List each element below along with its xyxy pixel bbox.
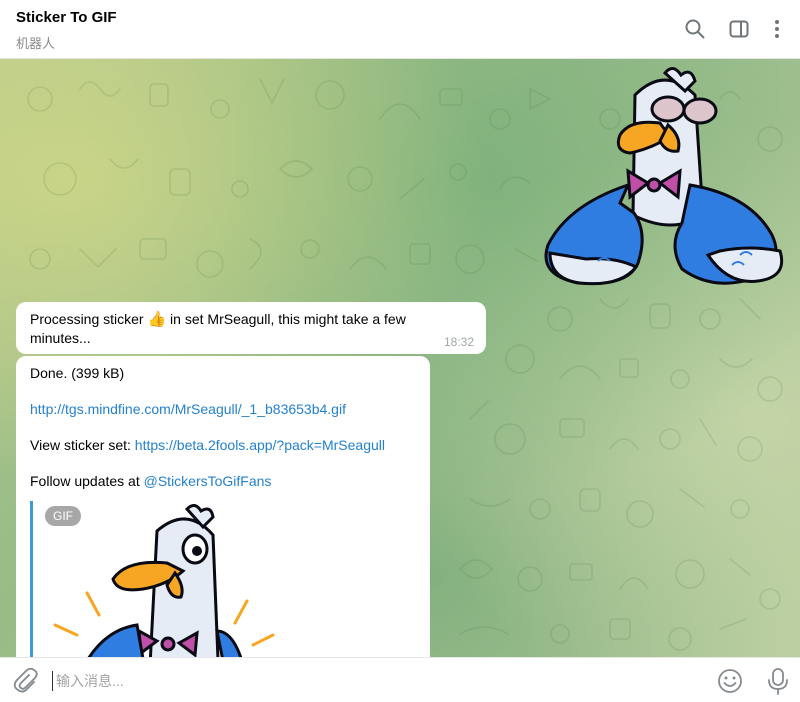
message-text-part: Processing sticker — [30, 311, 148, 327]
chat-header: Sticker To GIF 机器人 — [0, 0, 800, 59]
channel-link[interactable]: @StickersToGifFans — [144, 473, 272, 489]
message-time: 18:32 — [443, 335, 474, 349]
sidebar-toggle-button[interactable] — [724, 14, 754, 44]
gif-preview[interactable]: GIF — [30, 501, 300, 657]
message-bubble-done[interactable]: Done. (399 kB) http://tgs.mindfine.com/M… — [16, 356, 430, 657]
gif-badge: GIF — [45, 506, 81, 526]
message-bubble-processing[interactable]: Processing sticker 👍 in set MrSeagull, t… — [16, 302, 486, 354]
follow-updates-line: Follow updates at @StickersToGifFans — [30, 472, 271, 490]
search-icon — [685, 19, 705, 39]
seagull-gif-image — [53, 504, 275, 657]
more-menu-button[interactable] — [762, 14, 792, 44]
more-vertical-icon — [775, 20, 779, 38]
paperclip-icon[interactable] — [12, 668, 38, 694]
message-input[interactable] — [56, 669, 676, 693]
seagull-sticker[interactable] — [540, 65, 785, 287]
view-sticker-set-line: View sticker set: https://beta.2fools.ap… — [30, 436, 385, 454]
chat-background: Processing sticker 👍 in set MrSeagull, t… — [0, 59, 800, 657]
follow-updates-label: Follow updates at — [30, 473, 144, 489]
view-sticker-set-label: View sticker set: — [30, 437, 135, 453]
sticker-set-link[interactable]: https://beta.2fools.app/?pack=MrSeagull — [135, 437, 385, 453]
message-text: Processing sticker 👍 in set MrSeagull, t… — [30, 310, 450, 347]
gif-link[interactable]: http://tgs.mindfine.com/MrSeagull/_1_b83… — [30, 400, 346, 418]
search-button[interactable] — [680, 14, 710, 44]
done-text: Done. (399 kB) — [30, 365, 125, 381]
message-composer — [0, 657, 800, 702]
chat-title[interactable]: Sticker To GIF — [16, 9, 117, 26]
chat-subtitle: 机器人 — [16, 36, 56, 51]
thumbs-up-emoji: 👍 — [147, 311, 167, 328]
text-caret — [52, 671, 53, 691]
smiley-icon[interactable] — [716, 667, 744, 695]
microphone-icon[interactable] — [764, 666, 792, 696]
sidebar-toggle-icon — [729, 20, 749, 38]
